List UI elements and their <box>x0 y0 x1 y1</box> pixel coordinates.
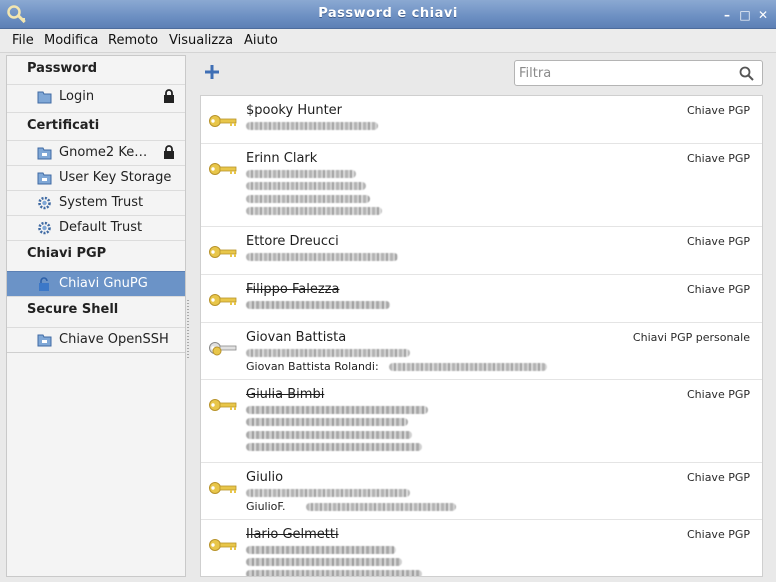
sidebar-item-label: Chiave OpenSSH <box>59 332 169 347</box>
redacted-email <box>246 570 422 576</box>
sidebar-item-label: User Key Storage <box>59 170 172 185</box>
window-title: Password e chiavi <box>318 6 458 21</box>
list-item[interactable]: Ettore Dreucci Chiave PGP <box>201 227 762 275</box>
redacted-email <box>246 418 408 426</box>
key-type: Chiave PGP <box>686 283 750 296</box>
add-icon[interactable] <box>203 63 221 81</box>
key-icon <box>209 246 237 258</box>
key-name: Ilario Gelmetti <box>246 527 339 542</box>
maximize-icon[interactable]: □ <box>738 8 752 22</box>
redacted-email <box>246 195 370 203</box>
menu-bar: File Modifica Remoto Visualizza Aiuto <box>0 29 776 53</box>
search-icon[interactable] <box>739 66 754 81</box>
key-type: Chiave PGP <box>686 471 750 484</box>
menu-remoto[interactable]: Remoto <box>108 33 158 48</box>
sidebar-item-user-key-storage[interactable]: User Key Storage <box>7 165 185 190</box>
redacted-email <box>246 406 428 414</box>
key-type: Chiave PGP <box>686 152 750 165</box>
sidebar-item-label: Chiavi GnuPG <box>59 276 148 291</box>
redacted-email <box>246 182 366 190</box>
key-name: Ettore Dreucci <box>246 234 339 249</box>
key-type: Chiave PGP <box>686 235 750 248</box>
key-icon <box>209 115 237 127</box>
close-icon[interactable]: ✕ <box>756 8 770 22</box>
key-name: Erinn Clark <box>246 151 318 166</box>
section-chiavi-pgp: Chiavi PGP <box>7 240 185 268</box>
redacted-email <box>246 558 402 566</box>
redacted-email <box>246 301 390 309</box>
key-icon <box>209 399 237 411</box>
sidebar-item-chiavi-gnupg[interactable]: Chiavi GnuPG <box>7 271 185 296</box>
key-uid-name: Giovan Battista Rolandi: <box>246 360 379 373</box>
section-secure-shell: Secure Shell <box>7 296 185 324</box>
redacted-email <box>246 253 398 261</box>
key-list: $pooky Hunter Chiave PGP Erinn Clark Chi… <box>200 95 763 577</box>
redacted-email <box>246 122 378 130</box>
list-item[interactable]: Giulia Bimbi Chiave PGP <box>201 380 762 463</box>
key-name: $pooky Hunter <box>246 103 343 118</box>
redacted-email <box>306 503 456 511</box>
key-icon <box>209 482 237 494</box>
list-item[interactable]: Ilario Gelmetti Chiave PGP <box>201 520 762 576</box>
key-icon <box>209 294 237 306</box>
key-name: Giulia Bimbi <box>246 387 325 402</box>
menu-modifica[interactable]: Modifica <box>44 33 98 48</box>
sidebar-item-gnome2-keyring[interactable]: Gnome2 Ke… <box>7 140 185 165</box>
key-name: Giovan Battista <box>246 330 347 345</box>
menu-file[interactable]: File <box>12 33 34 48</box>
key-icon <box>209 539 237 551</box>
key-type: Chiave PGP <box>686 528 750 541</box>
list-item[interactable]: $pooky Hunter Chiave PGP <box>201 96 762 144</box>
redacted-email <box>246 170 356 178</box>
redacted-email <box>389 363 547 371</box>
redacted-email <box>246 207 382 215</box>
redacted-email <box>246 431 412 439</box>
minimize-icon[interactable]: – <box>720 8 734 22</box>
key-name: Filippo Falezza <box>246 282 340 297</box>
key-name: Giulio <box>246 470 284 485</box>
lock-open-icon <box>39 277 49 291</box>
keyring-folder-icon <box>37 334 52 347</box>
title-bar: Password e chiavi – □ ✕ <box>0 0 776 29</box>
redacted-email <box>246 546 396 554</box>
gear-icon <box>38 196 51 210</box>
redacted-email <box>246 489 410 497</box>
sidebar-item-label: System Trust <box>59 195 144 210</box>
section-password: Password <box>27 61 98 76</box>
pane-resize-handle[interactable] <box>187 300 189 360</box>
list-item[interactable]: Filippo Falezza Chiave PGP <box>201 275 762 323</box>
lock-icon <box>164 145 174 159</box>
list-item[interactable]: Giulio Chiave PGP GiulioF. <box>201 463 762 520</box>
list-item[interactable]: Erinn Clark Chiave PGP <box>201 144 762 227</box>
key-type: Chiave PGP <box>686 388 750 401</box>
sidebar-item-login[interactable]: Login <box>7 84 185 109</box>
sidebar-item-label: Gnome2 Ke… <box>59 145 148 160</box>
folder-icon <box>37 91 52 104</box>
redacted-email <box>246 349 410 357</box>
key-type: Chiave PGP <box>686 104 750 117</box>
search-input[interactable] <box>519 64 729 82</box>
sidebar-item-default-trust[interactable]: Default Trust <box>7 215 185 240</box>
key-uid-name: GiulioF. <box>246 500 286 513</box>
sidebar-item-label: Login <box>59 89 95 104</box>
sidebar-divider <box>7 352 185 353</box>
menu-visualizza[interactable]: Visualizza <box>169 33 233 48</box>
lock-icon <box>164 89 174 103</box>
sidebar-item-label: Default Trust <box>59 220 143 235</box>
keyring-folder-icon <box>37 147 52 160</box>
sidebar-item-chiave-openssh[interactable]: Chiave OpenSSH <box>7 327 185 352</box>
list-item[interactable]: Giovan Battista Chiavi PGP personale Gio… <box>201 323 762 380</box>
search-field[interactable] <box>514 60 763 86</box>
sidebar-item-system-trust[interactable]: System Trust <box>7 190 185 215</box>
key-type: Chiavi PGP personale <box>632 331 750 344</box>
key-icon <box>209 163 237 175</box>
menu-aiuto[interactable]: Aiuto <box>244 33 278 48</box>
sidebar: Password Login Certificati Gnome2 Ke… Us… <box>6 55 186 577</box>
keyring-folder-icon <box>37 172 52 185</box>
gear-icon <box>38 221 51 235</box>
section-certificati: Certificati <box>7 112 185 140</box>
key-pair-icon <box>209 342 237 356</box>
redacted-email <box>246 443 422 451</box>
